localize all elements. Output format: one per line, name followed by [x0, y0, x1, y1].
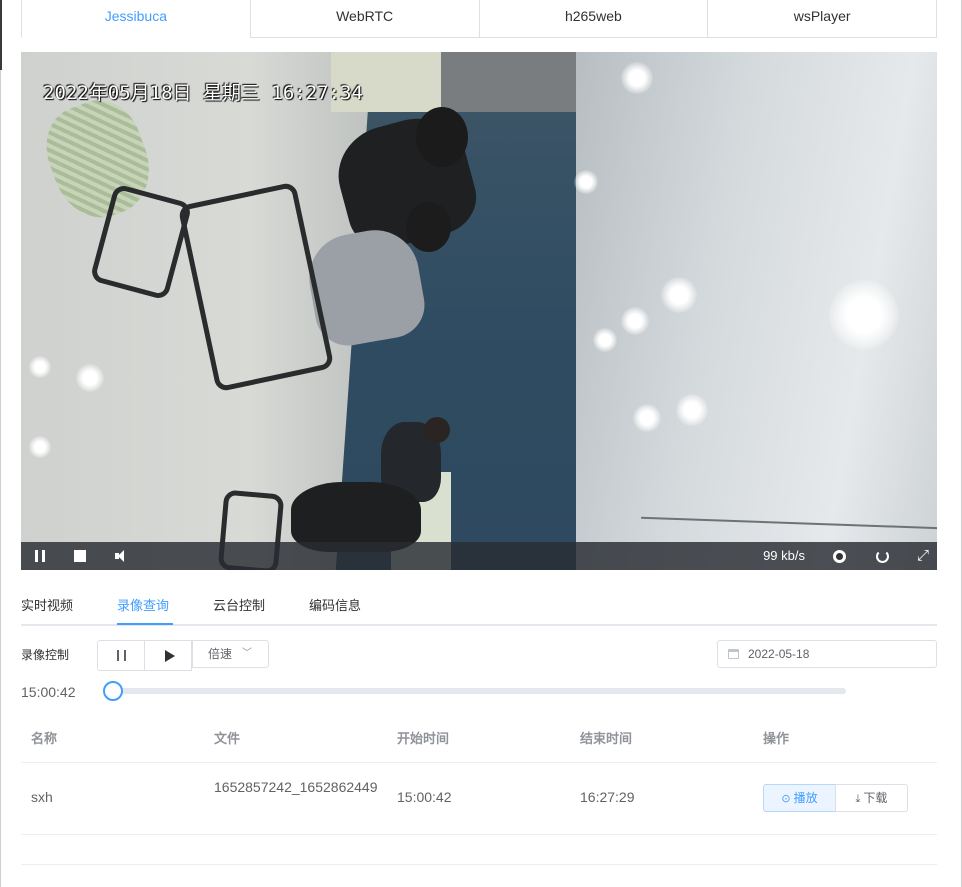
scene-head	[406, 202, 451, 252]
current-time-label: 15:00:42	[21, 684, 76, 700]
pause-button[interactable]	[31, 542, 49, 570]
reload-icon	[875, 549, 889, 563]
tab-wsplayer[interactable]: wsPlayer	[707, 0, 937, 38]
cell-start-time: 15:00:42	[397, 789, 452, 805]
column-header-end: 结束时间	[580, 731, 633, 746]
date-picker[interactable]: 2022-05-18	[717, 640, 937, 668]
date-value: 2022-05-18	[748, 647, 810, 661]
record-table: 名称 文件 开始时间 结束时间 操作 sxh 1652857242_165286…	[21, 717, 937, 835]
download-icon: ⤓	[855, 793, 861, 805]
play-icon	[164, 649, 175, 662]
chevron-down-icon: ﹀	[242, 648, 252, 659]
tab-codec-info[interactable]: 编码信息	[309, 590, 361, 624]
scene-light	[76, 364, 104, 392]
slider-handle[interactable]	[103, 681, 123, 701]
cell-name: sxh	[31, 789, 53, 805]
player-control-bar: 99 kb/s ⤢	[21, 542, 937, 570]
download-record-label: 下载	[863, 791, 888, 805]
scene-head	[416, 107, 468, 167]
download-record-button[interactable]: ⤓ 下载	[835, 784, 908, 812]
video-player[interactable]: 2022年05月18日 星期三 16:27:34 99 kb/s ⤢	[21, 52, 937, 570]
video-timestamp-overlay: 2022年05月18日 星期三 16:27:34	[43, 82, 363, 104]
play-record-label: 播放	[793, 791, 818, 805]
fullscreen-button[interactable]: ⤢	[913, 542, 933, 570]
scene-light	[29, 356, 51, 378]
scene-light	[593, 328, 617, 352]
playback-button-group	[97, 640, 192, 671]
table-header: 名称 文件 开始时间 结束时间 操作	[21, 717, 937, 763]
cell-file: 1652857242_1652862449	[214, 779, 378, 795]
dialog-border-left	[0, 70, 1, 887]
scene-light	[829, 280, 899, 350]
table-footer-divider	[21, 864, 937, 865]
play-circle-icon: ⊙	[781, 793, 791, 805]
scene-light	[661, 277, 697, 313]
table-row: sxh 1652857242_1652862449 15:00:42 16:27…	[21, 763, 937, 835]
play-record-button[interactable]: ⊙ 播放	[763, 784, 836, 812]
tab-h265web[interactable]: h265web	[478, 0, 709, 38]
tab-ptz-control[interactable]: 云台控制	[213, 590, 265, 624]
record-control-label: 录像控制	[21, 648, 70, 662]
pause-icon	[35, 550, 45, 562]
tab-record-query[interactable]: 录像查询	[117, 590, 169, 624]
scene-head	[424, 417, 450, 443]
tab-jessibuca[interactable]: Jessibuca	[21, 0, 251, 38]
column-header-file: 文件	[214, 731, 241, 746]
scene-light	[29, 436, 51, 458]
bitrate-display: 99 kb/s	[763, 548, 805, 563]
column-header-start: 开始时间	[397, 731, 450, 746]
tab-webrtc[interactable]: WebRTC	[249, 0, 480, 38]
record-pause-button[interactable]	[97, 640, 145, 671]
column-header-actions: 操作	[763, 731, 790, 746]
screenshot-button[interactable]	[829, 542, 849, 570]
record-play-button[interactable]	[144, 640, 192, 671]
volume-icon	[115, 550, 129, 562]
pause-icon	[116, 650, 126, 661]
tab-live-video[interactable]: 实时视频	[21, 590, 73, 624]
fullscreen-icon: ⤢	[916, 547, 929, 564]
screenshot-icon	[832, 549, 846, 563]
info-tabs: 实时视频 录像查询 云台控制 编码信息	[21, 590, 937, 626]
calendar-icon	[728, 649, 739, 659]
stop-button[interactable]	[71, 542, 89, 570]
scene-light	[621, 307, 649, 335]
player-tabs: Jessibuca WebRTC h265web wsPlayer	[21, 0, 937, 38]
column-header-name: 名称	[31, 731, 58, 746]
active-tab-indicator	[117, 623, 173, 625]
playback-slider[interactable]	[113, 688, 846, 694]
cell-end-time: 16:27:29	[580, 789, 635, 805]
scene-light	[676, 394, 708, 426]
scene-light	[574, 170, 598, 194]
scene-light	[621, 62, 653, 94]
speed-label: 倍速	[208, 647, 233, 661]
volume-button[interactable]	[113, 542, 131, 570]
stop-icon	[74, 550, 86, 562]
speed-dropdown[interactable]: 倍速 ﹀	[192, 640, 269, 668]
scene-light	[633, 404, 661, 432]
reload-button[interactable]	[872, 542, 892, 570]
window-edge-left	[0, 0, 2, 70]
video-frame: 2022年05月18日 星期三 16:27:34	[21, 52, 937, 570]
